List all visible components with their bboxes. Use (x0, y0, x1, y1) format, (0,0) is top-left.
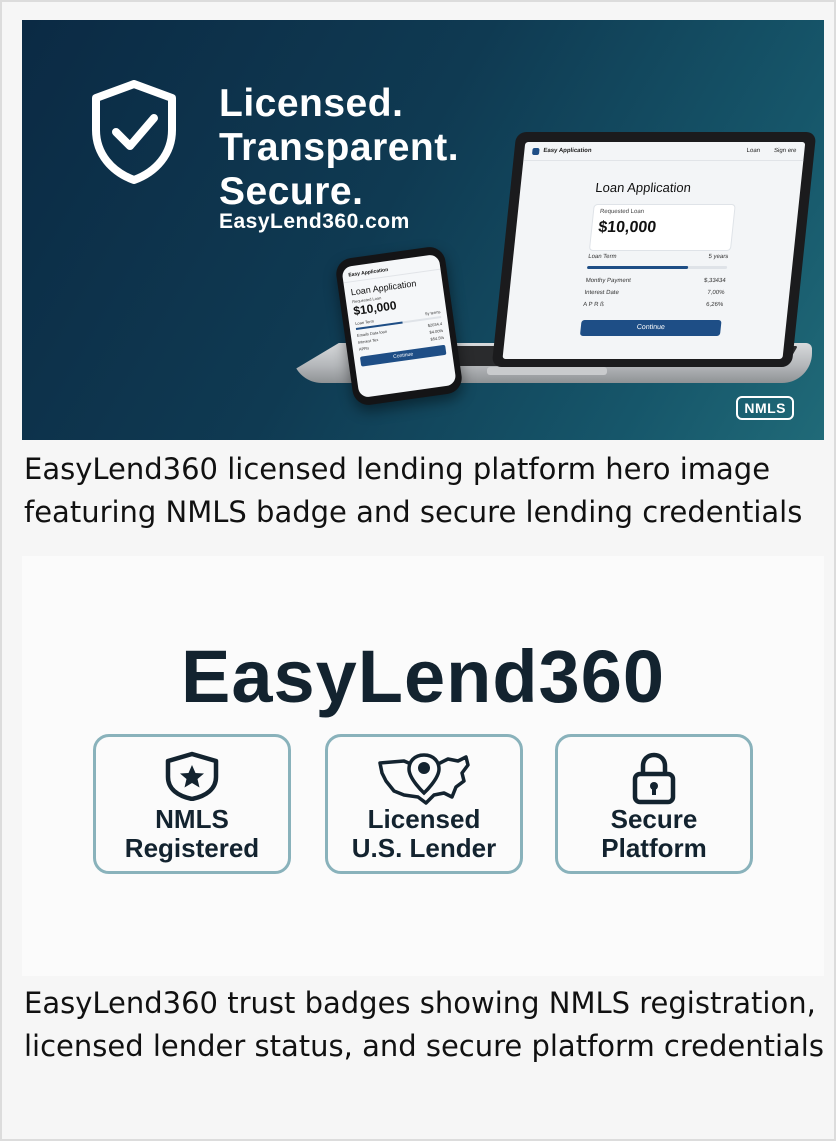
laptop-amount: $10,000 (597, 219, 658, 236)
badge-licensed-lender: Licensed U.S. Lender (325, 734, 523, 874)
headline-line-1: Licensed. (219, 82, 404, 125)
laptop-term-row: Loan Term 5 years (588, 254, 729, 260)
laptop-row-payment: Monthy Payment $,33434 (585, 278, 726, 284)
laptop-row-label: Interest Date (584, 290, 620, 296)
badge-nmls-registered: NMLS Registered (93, 734, 291, 874)
badge-line-1: Secure (610, 804, 698, 834)
laptop-nav-loan: Loan (746, 148, 761, 154)
badge-line-2: U.S. Lender (351, 833, 497, 863)
laptop-nav-sign: Sign ere (773, 148, 797, 154)
laptop-brand-label: Easy Application (543, 148, 592, 154)
laptop-term-slider (586, 266, 728, 269)
hero-image: Licensed. Transparent. Secure. EasyLend3… (22, 20, 824, 440)
laptop-slider-fill (586, 266, 689, 269)
laptop-term-label: Loan Term (587, 254, 617, 260)
laptop-row-label: A P R ß (582, 302, 605, 308)
badge-label: Licensed U.S. Lender (328, 805, 520, 863)
brand-wordmark: EasyLend360 (180, 635, 666, 718)
badge-line-1: NMLS (155, 804, 229, 834)
badge-label: NMLS Registered (96, 805, 288, 863)
phone-row-label: APRs (358, 345, 370, 352)
laptop-screen-frame: Easy Application Loan Sign ere Loan Appl… (491, 132, 817, 367)
laptop-trackpad (487, 367, 607, 375)
headline-line-2: Transparent. (219, 126, 460, 169)
badge-line-2: Platform (601, 833, 707, 863)
laptop-row-value: $,33434 (703, 278, 727, 284)
shield-star-icon (165, 751, 219, 801)
trust-badges-image: EasyLend360 NMLS Registered Licensed U.S… (22, 556, 824, 976)
phone-term-value: 5y terms (424, 309, 441, 317)
brand-logo-icon (531, 147, 540, 155)
laptop-row-value: 7,00% (707, 290, 725, 296)
hero-image-caption: EasyLend360 licensed lending platform he… (24, 452, 803, 529)
badge-line-2: Registered (124, 833, 260, 863)
phone: Easy Application Loan Application Reques… (334, 245, 464, 407)
laptop-amount-card: Requested Loan $10,000 (588, 204, 736, 251)
laptop-continue-button: Continue (579, 320, 722, 336)
badge-line-1: Licensed (367, 804, 481, 834)
nmls-badge: NMLS (736, 396, 794, 420)
hero-site-url: EasyLend360.com (219, 210, 410, 233)
hero-headline: Licensed. Transparent. Secure. (219, 82, 459, 214)
phone-screen: Easy Application Loan Application Reques… (341, 253, 457, 399)
shield-check-icon (92, 80, 176, 184)
laptop-row-label: Monthy Payment (585, 278, 632, 284)
trust-badges-caption: EasyLend360 trust badges showing NMLS re… (24, 986, 824, 1063)
badge-secure-platform: Secure Platform (555, 734, 753, 874)
laptop-brand: Easy Application (531, 147, 592, 155)
laptop-row-apr: A P R ß 6,26% (583, 302, 724, 308)
laptop-term-value: 5 years (708, 254, 729, 260)
badge-label: Secure Platform (558, 805, 750, 863)
laptop-screen: Easy Application Loan Sign ere Loan Appl… (502, 142, 806, 359)
page: Licensed. Transparent. Secure. EasyLend3… (0, 0, 836, 1141)
laptop-row-interest: Interest Date 7,00% (584, 290, 725, 296)
phone-row-value: $54.5% (430, 334, 445, 342)
laptop-requested-label: Requested Loan (599, 209, 645, 215)
laptop-topbar: Easy Application Loan Sign ere (523, 142, 806, 161)
us-map-pin-icon (378, 753, 470, 805)
laptop-form-title: Loan Application (594, 180, 692, 195)
padlock-icon (632, 752, 676, 805)
laptop-nav: Loan Sign ere (746, 148, 796, 154)
headline-line-3: Secure. (219, 170, 364, 213)
laptop-row-value: 6,26% (705, 302, 724, 308)
